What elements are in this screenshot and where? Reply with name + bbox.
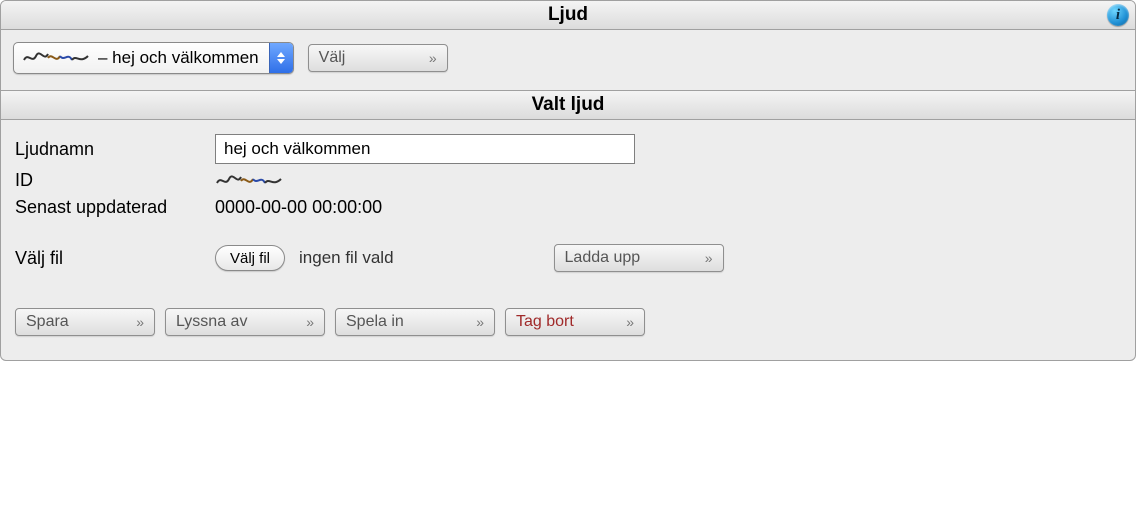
label-id: ID xyxy=(15,170,215,191)
sound-name-input[interactable] xyxy=(215,134,635,164)
sound-combobox[interactable]: – hej och välkommen xyxy=(13,42,294,74)
chevron-right-icon: » xyxy=(626,314,634,330)
label-choose-file: Välj fil xyxy=(15,248,215,269)
updated-value: 0000-00-00 00:00:00 xyxy=(215,197,382,218)
choose-file-button[interactable]: Välj fil xyxy=(215,245,285,271)
listen-button[interactable]: Lyssna av » xyxy=(165,308,325,336)
section-header: Valt ljud xyxy=(1,91,1135,120)
row-id: ID xyxy=(15,170,1121,191)
chevron-right-icon: » xyxy=(306,314,314,330)
panel-title: Ljud xyxy=(548,4,588,25)
select-button[interactable]: Välj » xyxy=(308,44,448,72)
delete-button[interactable]: Tag bort » xyxy=(505,308,645,336)
selector-row: – hej och välkommen Välj » xyxy=(1,30,1135,91)
save-button[interactable]: Spara » xyxy=(15,308,155,336)
row-name: Ljudnamn xyxy=(15,134,1121,164)
form-area: Ljudnamn ID Senast uppdaterad 0000-00-00… xyxy=(1,120,1135,360)
no-file-text: ingen fil vald xyxy=(299,248,394,268)
info-icon[interactable]: i xyxy=(1107,4,1129,26)
chevron-right-icon: » xyxy=(136,314,144,330)
upload-button[interactable]: Ladda upp » xyxy=(554,244,724,272)
row-updated: Senast uppdaterad 0000-00-00 00:00:00 xyxy=(15,197,1121,218)
section-title: Valt ljud xyxy=(532,94,605,115)
record-button[interactable]: Spela in » xyxy=(335,308,495,336)
updown-arrows-icon xyxy=(269,43,293,73)
panel-header: Ljud i xyxy=(1,1,1135,30)
chevron-right-icon: » xyxy=(429,50,437,66)
chevron-right-icon: » xyxy=(705,250,713,266)
action-bar: Spara » Lyssna av » Spela in » Tag bort … xyxy=(15,308,1121,336)
row-choose-file: Välj fil Välj fil ingen fil vald Ladda u… xyxy=(15,244,1121,272)
label-name: Ljudnamn xyxy=(15,139,215,160)
chevron-right-icon: » xyxy=(476,314,484,330)
sound-combobox-label: – hej och välkommen xyxy=(14,48,269,68)
combo-id-scribble xyxy=(22,48,92,68)
id-value-scribble xyxy=(215,171,285,191)
sound-panel: Ljud i – hej och välkommen Välj » Valt l… xyxy=(0,0,1136,361)
label-updated: Senast uppdaterad xyxy=(15,197,215,218)
